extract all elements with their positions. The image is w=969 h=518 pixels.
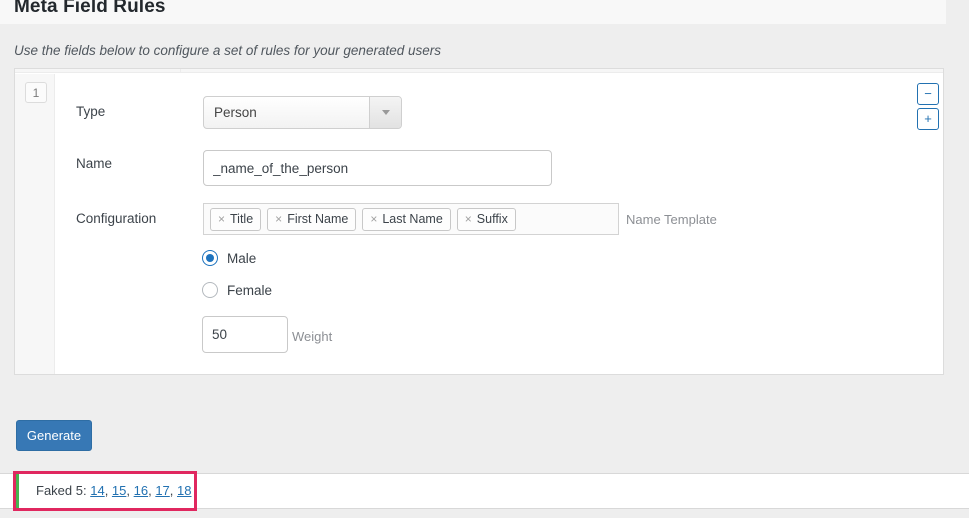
token-item[interactable]: × First Name (267, 207, 357, 231)
configuration-token-field[interactable]: × Title × First Name × Last Name × Suffi… (203, 203, 619, 235)
token-item[interactable]: × Title (210, 207, 262, 231)
name-input[interactable] (203, 150, 552, 186)
gender-option-male-label: Male (227, 250, 257, 266)
weight-label: Weight (292, 329, 333, 344)
intro-description: Use the fields below to configure a set … (14, 43, 441, 58)
notice-prefix: Faked 5: (36, 483, 87, 498)
name-template-label: Name Template (626, 212, 717, 227)
notice-accent-bar (14, 474, 19, 508)
notice-link[interactable]: 18 (177, 483, 191, 498)
token-label: Suffix (476, 212, 508, 226)
token-item[interactable]: × Suffix (456, 207, 516, 231)
weight-input[interactable] (202, 316, 288, 353)
notice-link[interactable]: 15 (112, 483, 126, 498)
remove-token-icon[interactable]: × (370, 213, 377, 225)
add-rule-button[interactable]: + (917, 108, 939, 130)
row-gutter (15, 74, 55, 374)
type-select[interactable]: Person (203, 96, 402, 129)
remove-token-icon[interactable]: × (218, 213, 225, 225)
notice-links[interactable]: 14, 15, 16, 17, 18 (90, 483, 191, 498)
generate-button[interactable]: Generate (16, 420, 92, 451)
radio-selected-icon[interactable] (202, 250, 218, 266)
result-notice: Faked 5: 14, 15, 16, 17, 18 (0, 473, 969, 509)
page-title: Meta Field Rules (14, 0, 166, 17)
token-item[interactable]: × Last Name (362, 207, 451, 231)
notice-text: Faked 5: 14, 15, 16, 17, 18 (36, 483, 192, 498)
gender-option-male[interactable]: Male (202, 250, 256, 266)
notice-link[interactable]: 17 (155, 483, 169, 498)
token-label: First Name (287, 212, 349, 226)
remove-token-icon[interactable]: × (275, 213, 282, 225)
remove-rule-button[interactable]: − (917, 83, 939, 105)
card-top-divider (15, 69, 943, 73)
rule-number-badge: 1 (25, 82, 47, 103)
type-select-value: Person (214, 105, 257, 120)
chevron-down-icon (369, 97, 401, 128)
notice-link[interactable]: 14 (90, 483, 104, 498)
label-column-divider (180, 69, 181, 73)
token-label: Title (230, 212, 254, 226)
type-label: Type (76, 104, 106, 119)
radio-unselected-icon[interactable] (202, 282, 218, 298)
gender-option-female[interactable]: Female (202, 282, 272, 298)
gender-option-female-label: Female (227, 282, 273, 298)
remove-token-icon[interactable]: × (465, 213, 472, 225)
name-label: Name (76, 156, 113, 171)
configuration-label: Configuration (76, 211, 157, 226)
token-label: Last Name (382, 212, 443, 226)
notice-link[interactable]: 16 (134, 483, 148, 498)
